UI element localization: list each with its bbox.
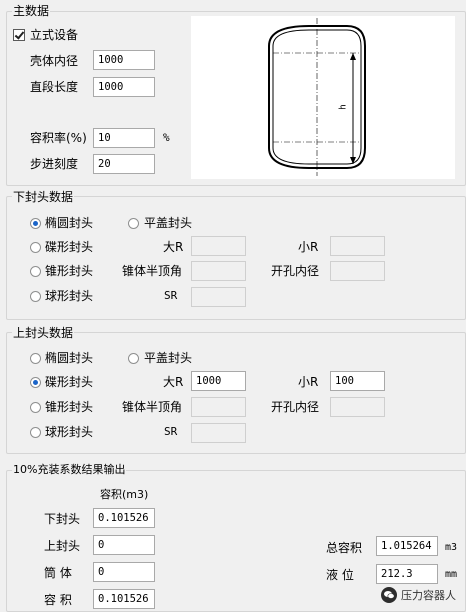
lower-sr-input[interactable] — [191, 287, 246, 307]
lower-big-r-input[interactable] — [191, 236, 246, 256]
straight-len-input[interactable]: 1000 — [93, 77, 155, 97]
upper-sr-label: SR — [164, 425, 178, 438]
vertical-label[interactable]: 立式设备 — [30, 28, 78, 42]
vertical-checkbox[interactable] — [13, 29, 25, 41]
vessel-drawing — [268, 18, 366, 176]
watermark: 压力容器人 — [381, 586, 456, 604]
upper-conical-label[interactable]: 锥形封头 — [45, 400, 93, 414]
volume-output[interactable]: 0.101526 — [93, 589, 155, 609]
lower-dished-label[interactable]: 碟形封头 — [45, 240, 93, 254]
vessel-diagram: h — [191, 16, 455, 179]
lower-spherical-label[interactable]: 球形封头 — [45, 289, 93, 303]
lower-dished-radio[interactable] — [30, 242, 41, 253]
lower-small-r-input[interactable] — [330, 236, 385, 256]
upper-ellip-radio[interactable] — [30, 353, 41, 364]
lower-spherical-radio[interactable] — [30, 291, 41, 302]
diagram-h-label: h — [338, 104, 349, 110]
upper-hole-dia-label: 开孔内径 — [271, 400, 320, 414]
lower-hole-dia-input[interactable] — [330, 261, 385, 281]
volume-column-header: 容积(m3) — [100, 488, 149, 501]
upper-half-angle-input[interactable] — [191, 397, 246, 417]
upper-dished-label[interactable]: 碟形封头 — [45, 375, 93, 389]
upper-half-angle-label: 锥体半顶角 — [122, 400, 183, 414]
total-volume-unit: m3 — [445, 542, 458, 553]
upper-sr-input[interactable] — [191, 423, 246, 443]
upper-flat-label[interactable]: 平盖封头 — [144, 351, 192, 365]
upper-flat-radio[interactable] — [128, 353, 139, 364]
lower-conical-radio[interactable] — [30, 266, 41, 277]
upper-small-r-label: 小R — [298, 375, 319, 389]
shell-volume-output[interactable]: 0 — [93, 562, 155, 582]
volume-label: 容 积 — [44, 593, 72, 607]
main-data-title: 主数据 — [12, 4, 51, 18]
upper-conical-radio[interactable] — [30, 402, 41, 413]
straight-len-label: 直段长度 — [30, 80, 79, 94]
lower-head-title: 下封头数据 — [12, 190, 75, 204]
watermark-text: 压力容器人 — [401, 589, 456, 602]
total-volume-output[interactable]: 1.015264 — [376, 536, 438, 556]
upper-ellip-label[interactable]: 椭圆封头 — [45, 351, 93, 365]
shell-id-label: 壳体内径 — [30, 54, 79, 68]
shell-volume-label: 筒 体 — [44, 566, 72, 580]
fill-rate-input[interactable]: 10 — [93, 128, 155, 148]
upper-big-r-input[interactable]: 1000 — [191, 371, 246, 391]
upper-spherical-label[interactable]: 球形封头 — [45, 425, 93, 439]
lower-ellip-radio[interactable] — [30, 218, 41, 229]
lower-flat-radio[interactable] — [128, 218, 139, 229]
results-title: 10%充装系数结果输出 — [12, 463, 127, 477]
lower-hole-dia-label: 开孔内径 — [271, 264, 320, 278]
lower-ellip-label[interactable]: 椭圆封头 — [45, 216, 93, 230]
fill-rate-unit: % — [163, 131, 170, 144]
lower-half-angle-input[interactable] — [191, 261, 246, 281]
level-unit: mm — [445, 569, 458, 580]
lower-sr-label: SR — [164, 289, 178, 302]
level-output[interactable]: 212.3 — [376, 564, 438, 584]
lower-half-angle-label: 锥体半顶角 — [122, 264, 183, 278]
fill-rate-label: 容积率(%) — [30, 131, 87, 145]
upper-spherical-radio[interactable] — [30, 427, 41, 438]
upper-hole-dia-input[interactable] — [330, 397, 385, 417]
lower-conical-label[interactable]: 锥形封头 — [45, 264, 93, 278]
lower-small-r-label: 小R — [298, 240, 319, 254]
total-volume-label: 总容积 — [326, 541, 363, 555]
upper-volume-output[interactable]: 0 — [93, 535, 155, 555]
step-input[interactable]: 20 — [93, 154, 155, 174]
upper-volume-label: 上封头 — [44, 539, 81, 553]
level-label: 液 位 — [326, 568, 354, 582]
wechat-logo-icon — [381, 587, 397, 603]
upper-big-r-label: 大R — [163, 375, 184, 389]
upper-small-r-input[interactable]: 100 — [330, 371, 385, 391]
lower-volume-label: 下封头 — [44, 512, 81, 526]
upper-dished-radio[interactable] — [30, 377, 41, 388]
lower-flat-label[interactable]: 平盖封头 — [144, 216, 192, 230]
lower-volume-output[interactable]: 0.101526 — [93, 508, 155, 528]
shell-id-input[interactable]: 1000 — [93, 50, 155, 70]
upper-head-title: 上封头数据 — [12, 326, 75, 340]
step-label: 步进刻度 — [30, 157, 79, 171]
lower-big-r-label: 大R — [163, 240, 184, 254]
